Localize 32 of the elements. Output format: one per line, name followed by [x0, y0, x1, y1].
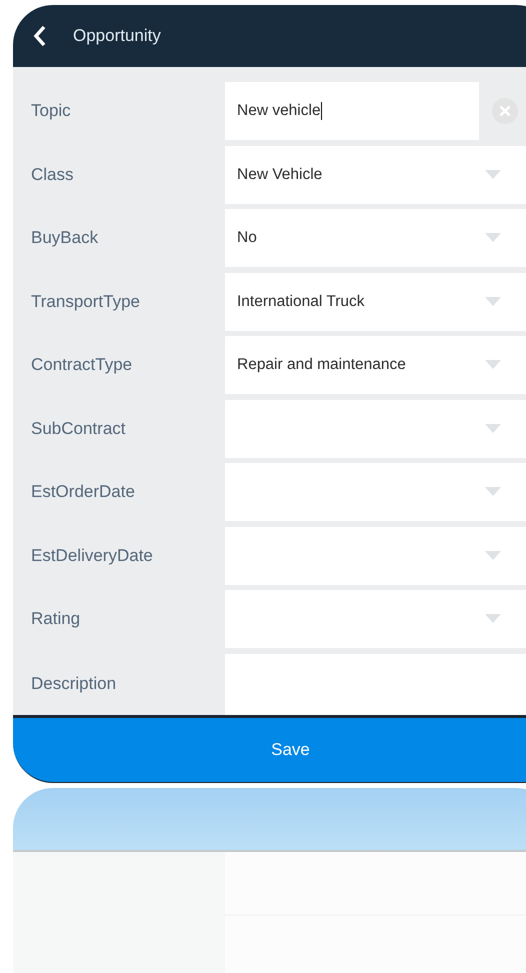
dropdown-arrow-icon	[485, 360, 501, 369]
description-field[interactable]	[225, 654, 526, 714]
field-label: Class	[30, 164, 74, 184]
field-label: Description	[30, 674, 116, 694]
field-label: SubContract	[30, 418, 126, 438]
dropdown-field[interactable]: International Truck	[225, 272, 526, 330]
dropdown-field[interactable]: No	[225, 209, 526, 267]
dropdown-arrow-icon	[485, 614, 501, 623]
dropdown-field[interactable]: Repair and maintenance	[225, 336, 526, 394]
dropdown-field[interactable]	[225, 590, 526, 648]
dropdown-arrow-icon	[485, 487, 501, 496]
save-button[interactable]: Save	[13, 714, 526, 782]
field-label: ContractType	[30, 355, 132, 375]
dropdown-arrow-icon	[485, 424, 501, 432]
dropdown-field[interactable]	[225, 526, 526, 584]
dropdown-arrow-icon	[485, 296, 501, 306]
clear-icon[interactable]	[492, 98, 518, 124]
field-label: Topic	[30, 101, 71, 121]
dropdown-field[interactable]: New Vehicle	[225, 146, 526, 204]
page-title: Opportunity	[73, 26, 161, 46]
topic-field[interactable]: New vehicle	[225, 82, 479, 140]
field-label: TransportType	[30, 292, 140, 312]
dropdown-arrow-icon	[485, 550, 501, 560]
back-icon[interactable]	[33, 25, 47, 47]
field-label: BuyBack	[30, 228, 98, 248]
field-label: Rating	[30, 609, 80, 629]
dropdown-arrow-icon	[485, 233, 501, 242]
dropdown-field[interactable]	[225, 400, 526, 458]
field-label: EstOrderDate	[30, 482, 135, 502]
dropdown-arrow-icon	[485, 170, 501, 178]
dropdown-field[interactable]	[225, 463, 526, 521]
field-label: EstDeliveryDate	[30, 546, 153, 566]
